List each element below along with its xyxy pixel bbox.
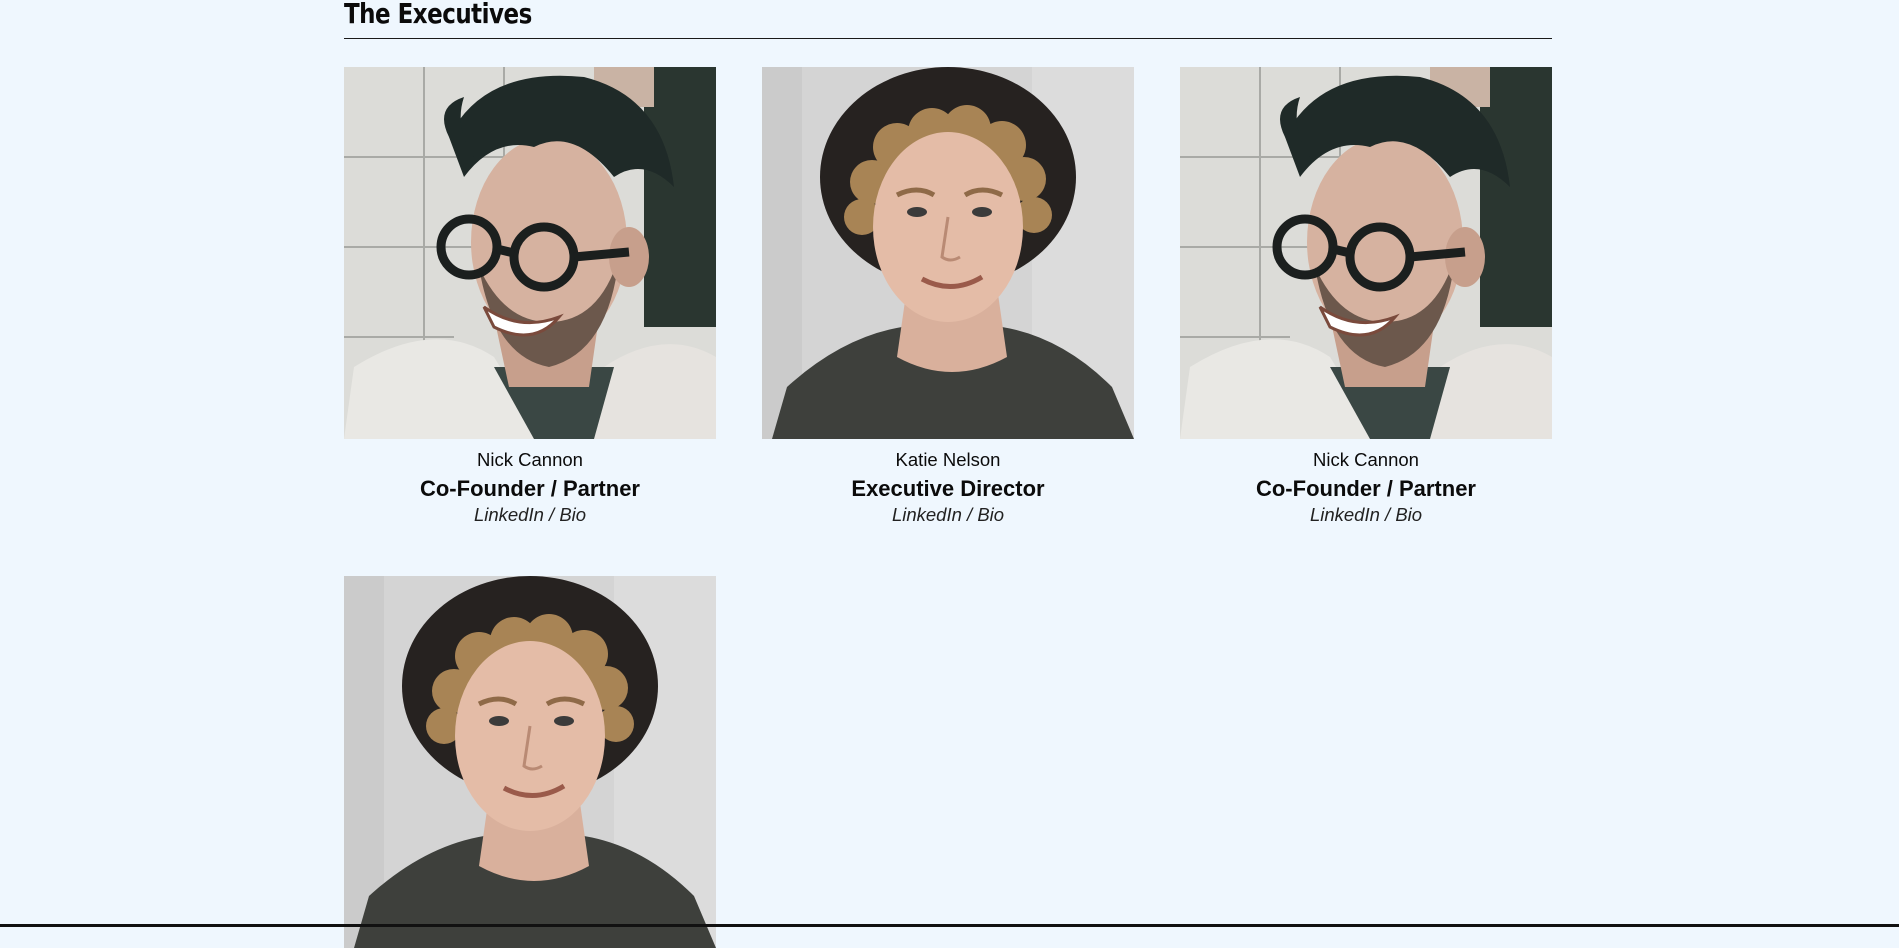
linkedin-link[interactable]: LinkedIn — [892, 504, 962, 525]
executive-photo — [344, 576, 716, 948]
executive-photo — [1180, 67, 1552, 439]
portrait-hat-image — [762, 67, 1134, 439]
executive-card: Katie Nelson Executive Director LinkedIn… — [762, 67, 1134, 526]
executive-card — [344, 576, 716, 948]
link-separator: / — [961, 504, 978, 525]
executive-name: Nick Cannon — [1313, 449, 1419, 470]
link-separator: / — [1379, 504, 1396, 525]
portrait-glasses-image — [1180, 67, 1552, 439]
linkedin-link[interactable]: LinkedIn — [474, 504, 544, 525]
executive-links: LinkedIn / Bio — [1180, 504, 1552, 526]
section-divider — [344, 38, 1552, 39]
executive-photo — [762, 67, 1134, 439]
executive-photo — [344, 67, 716, 439]
bio-link[interactable]: Bio — [977, 504, 1004, 525]
link-separator: / — [543, 504, 560, 525]
section-title: The Executives — [344, 0, 532, 30]
portrait-hat-image — [344, 576, 716, 948]
executive-card: Nick Cannon Co-Founder / Partner LinkedI… — [344, 67, 716, 526]
executive-role: Co-Founder / Partner — [419, 476, 640, 501]
bio-link[interactable]: Bio — [1395, 504, 1422, 525]
bio-link[interactable]: Bio — [559, 504, 586, 525]
executives-section: The Executives Nick Cannon Co-Founder / … — [344, 0, 1552, 39]
executive-role: Co-Founder / Partner — [1255, 476, 1476, 501]
linkedin-link[interactable]: LinkedIn — [1310, 504, 1380, 525]
portrait-glasses-image — [344, 67, 716, 439]
executive-links: LinkedIn / Bio — [344, 504, 716, 526]
executive-card: Nick Cannon Co-Founder / Partner LinkedI… — [1180, 67, 1552, 526]
executive-role: Executive Director — [851, 476, 1045, 501]
executive-links: LinkedIn / Bio — [762, 504, 1134, 526]
executives-grid: Nick Cannon Co-Founder / Partner LinkedI… — [344, 67, 1552, 948]
executive-name: Katie Nelson — [895, 449, 1001, 470]
executive-name: Nick Cannon — [477, 449, 583, 470]
